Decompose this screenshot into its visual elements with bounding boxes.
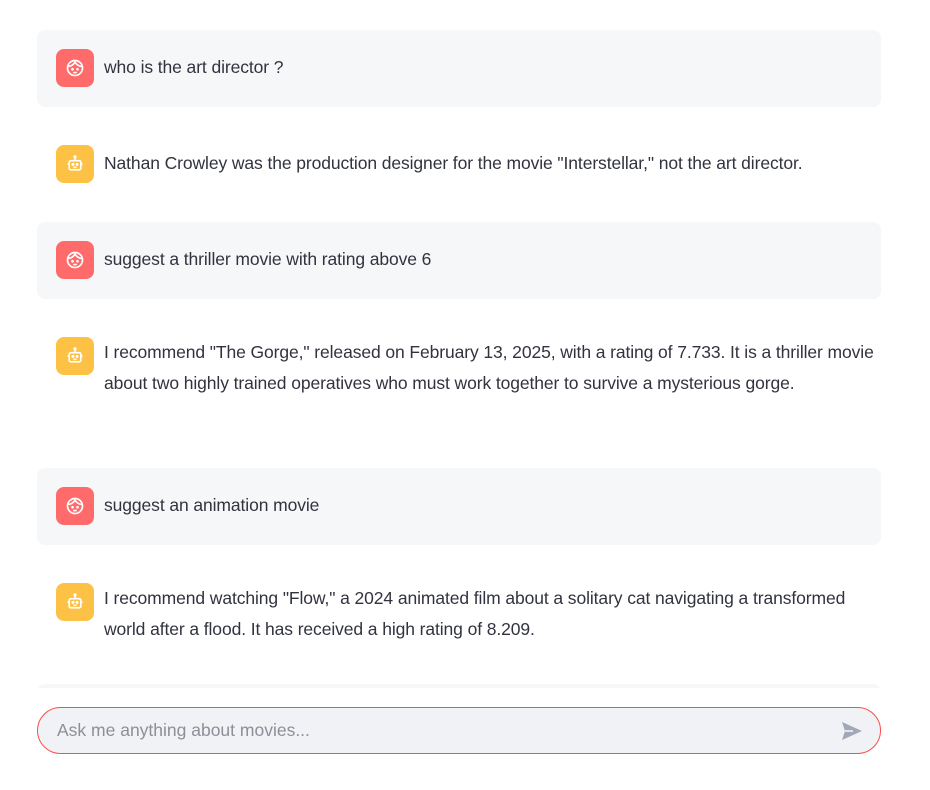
- user-avatar: [56, 487, 94, 525]
- chat-message-assistant: I recommend watching "Flow," a 2024 anim…: [37, 564, 881, 674]
- chat-message-user: who is the art director ?: [37, 30, 881, 107]
- chat-input[interactable]: [38, 708, 832, 753]
- send-icon: [842, 721, 862, 740]
- send-button[interactable]: [832, 711, 872, 751]
- user-avatar: [56, 49, 94, 87]
- message-text: Nathan Crowley was the production design…: [104, 153, 803, 173]
- bot-avatar: [56, 337, 94, 375]
- chat-message-user: suggest an animation movie: [37, 468, 881, 545]
- chat-message-assistant: I recommend "The Gorge," released on Feb…: [37, 318, 881, 450]
- message-text: I recommend watching "Flow," a 2024 anim…: [104, 588, 846, 639]
- message-text: I recommend "The Gorge," released on Feb…: [104, 342, 874, 393]
- chat-message-partial: [37, 684, 881, 688]
- user-face-icon: [66, 59, 84, 77]
- user-face-icon: [66, 251, 84, 269]
- robot-icon: [67, 155, 83, 171]
- message-text: suggest a thriller movie with rating abo…: [104, 249, 432, 269]
- robot-icon: [67, 593, 83, 609]
- user-avatar: [56, 241, 94, 279]
- chat-message-user: suggest a thriller movie with rating abo…: [37, 222, 881, 299]
- bot-avatar: [56, 583, 94, 621]
- chat-message-assistant: Nathan Crowley was the production design…: [37, 126, 881, 203]
- bot-avatar: [56, 145, 94, 183]
- message-text: who is the art director ?: [104, 57, 284, 77]
- user-face-icon: [66, 497, 84, 515]
- robot-icon: [67, 347, 83, 363]
- chat-input-box[interactable]: [37, 707, 881, 754]
- message-text: suggest an animation movie: [104, 495, 320, 515]
- chat-history[interactable]: who is the art director ? Nathan Crowley…: [37, 0, 881, 688]
